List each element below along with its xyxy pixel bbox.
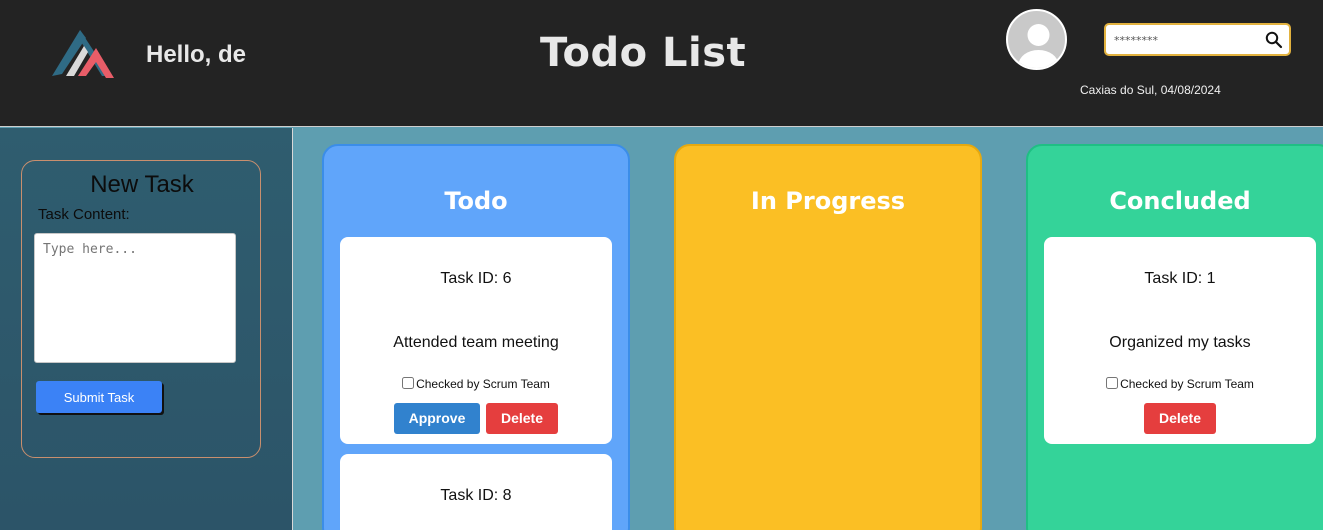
- search-input[interactable]: [1114, 30, 1264, 50]
- new-task-form: New Task Task Content: Submit Task: [21, 160, 261, 458]
- approve-button[interactable]: Approve: [394, 403, 480, 434]
- card-actions: Delete: [1044, 403, 1316, 434]
- task-content-label: Task Content:: [38, 206, 130, 223]
- scrum-checkbox[interactable]: [402, 377, 415, 389]
- scrum-check-label: Checked by Scrum Team: [416, 377, 550, 391]
- column-title-concluded: Concluded: [1109, 187, 1251, 215]
- header: Hello, de Todo List Caxias do Sul, 04/08…: [0, 0, 1323, 127]
- delete-button[interactable]: Delete: [1144, 403, 1216, 434]
- submit-task-button[interactable]: Submit Task: [36, 381, 162, 413]
- greeting: Hello, de: [146, 41, 247, 68]
- scrum-check-label: Checked by Scrum Team: [1120, 377, 1254, 391]
- sidebar: New Task Task Content: Submit Task: [0, 128, 293, 530]
- column-concluded: Concluded Task ID: 1 Organized my tasks …: [1026, 144, 1323, 530]
- task-id: Task ID: 6: [440, 270, 512, 287]
- search-box: [1104, 23, 1291, 56]
- scrum-check: Checked by Scrum Team: [1044, 377, 1316, 391]
- search-icon[interactable]: [1265, 31, 1283, 49]
- delete-button[interactable]: Delete: [486, 403, 558, 434]
- column-title-todo: Todo: [444, 187, 508, 215]
- column-todo: Todo Task ID: 6 Attended team meeting Ch…: [322, 144, 630, 530]
- task-card: Task ID: 6 Attended team meeting Checked…: [340, 237, 612, 444]
- scrum-checkbox[interactable]: [1106, 377, 1119, 389]
- location-date: Caxias do Sul, 04/08/2024: [1080, 83, 1221, 97]
- column-title-in-progress: In Progress: [750, 187, 906, 215]
- page-title: Todo List: [540, 30, 747, 76]
- card-actions: Approve Delete: [340, 403, 612, 434]
- task-content: Organized my tasks: [1109, 334, 1251, 351]
- task-card: Task ID: 8: [340, 454, 612, 530]
- task-content-input[interactable]: [34, 233, 236, 363]
- task-id: Task ID: 8: [440, 487, 512, 504]
- logo-icon: [52, 30, 114, 78]
- new-task-title: New Task: [90, 171, 194, 198]
- scrum-check: Checked by Scrum Team: [340, 377, 612, 391]
- task-id: Task ID: 1: [1144, 270, 1216, 287]
- column-in-progress: In Progress: [674, 144, 982, 530]
- task-content: Attended team meeting: [393, 334, 559, 351]
- avatar-icon[interactable]: [1006, 9, 1067, 70]
- task-card: Task ID: 1 Organized my tasks Checked by…: [1044, 237, 1316, 444]
